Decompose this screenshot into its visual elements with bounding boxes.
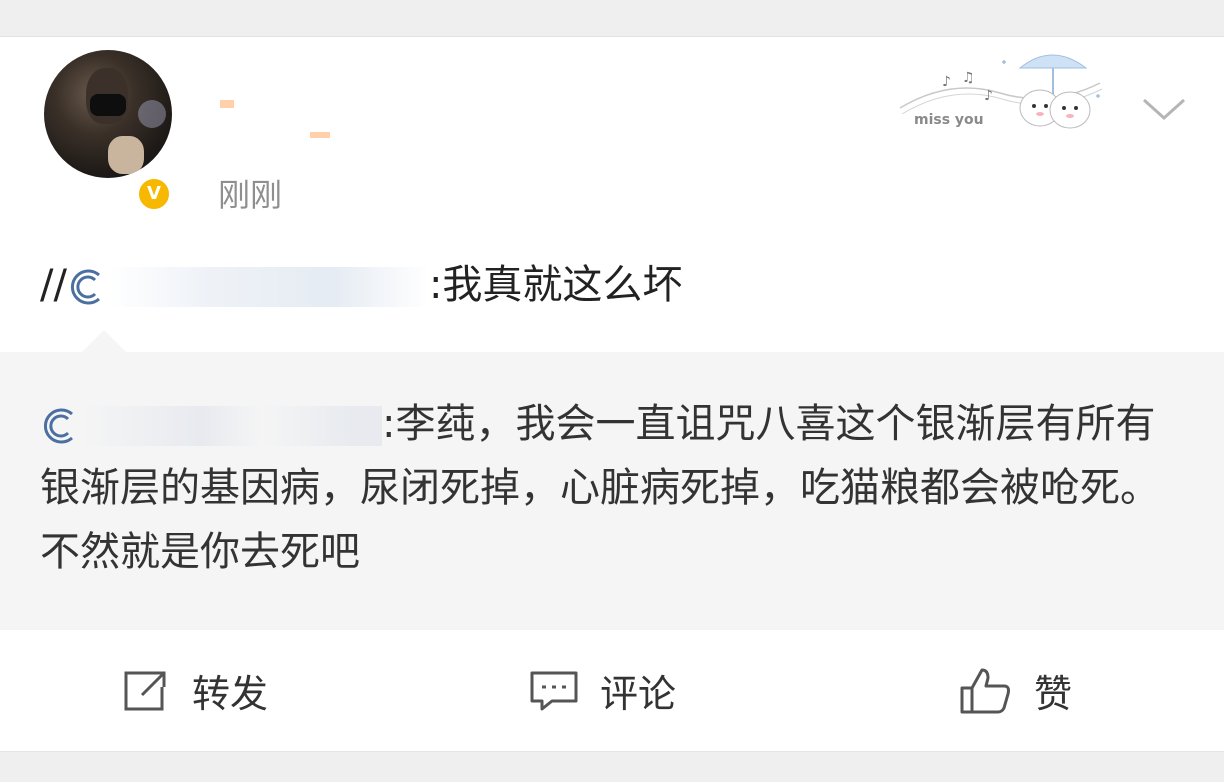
svg-text:♫: ♫ xyxy=(962,70,975,86)
repost-comment: // :我真就这么坏 xyxy=(40,252,682,310)
chevron-down-icon[interactable] xyxy=(1140,96,1188,124)
repost-button[interactable]: 转发 xyxy=(120,630,268,751)
like-button[interactable]: 赞 xyxy=(958,630,1072,751)
like-label: 赞 xyxy=(1034,672,1073,716)
verified-badge: V xyxy=(136,176,172,212)
repost-icon xyxy=(124,671,166,710)
repost-text: :我真就这么坏 xyxy=(428,262,683,308)
quote-pointer xyxy=(82,330,126,352)
comment-button[interactable]: 评论 xyxy=(528,630,676,751)
mention-link-icon[interactable] xyxy=(67,267,109,307)
svg-text:♪: ♪ xyxy=(942,74,951,90)
username-redacted[interactable] xyxy=(216,96,376,142)
post-timestamp: 刚刚 xyxy=(218,176,283,214)
bottom-spacer xyxy=(0,751,1224,782)
top-spacer xyxy=(0,0,1224,37)
action-bar: 转发 评论 赞 xyxy=(0,630,1224,751)
mentioned-user-redacted[interactable] xyxy=(108,267,429,307)
quoted-user-redacted[interactable] xyxy=(82,406,382,446)
repost-prefix: // xyxy=(40,262,67,308)
comment-icon xyxy=(530,671,578,710)
thumbs-up-icon xyxy=(960,668,1010,713)
quoted-post-text: :李莼，我会一直诅咒八喜这个银渐层有所有银渐层的基因病，尿闭死掉，心脏病死掉，吃… xyxy=(40,392,1190,584)
svg-text:♪: ♪ xyxy=(984,88,993,104)
comment-label: 评论 xyxy=(600,672,677,716)
repost-label: 转发 xyxy=(192,672,269,716)
card-decoration-sticker: ♪ ♫ ♪ miss you xyxy=(899,54,1103,129)
avatar[interactable] xyxy=(44,50,172,178)
decoration-text: miss you xyxy=(914,112,984,128)
mention-link-icon[interactable] xyxy=(40,406,82,446)
